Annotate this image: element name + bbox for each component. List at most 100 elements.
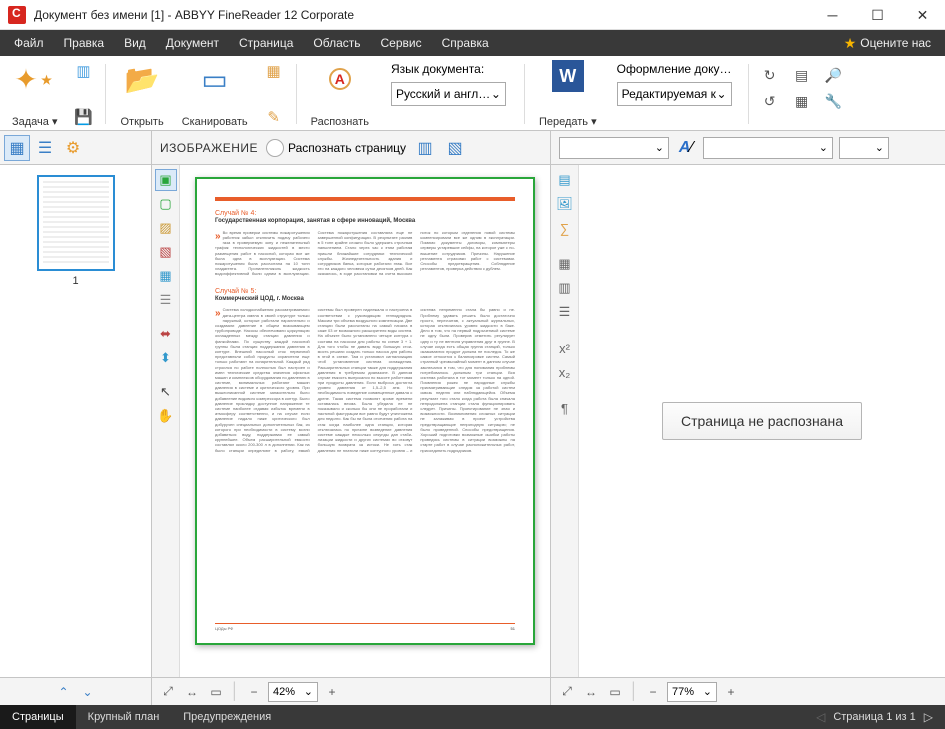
font-size-dropdown[interactable]: ⌄ bbox=[839, 137, 889, 159]
table-row-icon[interactable]: ☰ bbox=[554, 301, 576, 323]
new-doc-icon[interactable]: ▥ bbox=[72, 60, 94, 82]
image-insert-icon[interactable]: 🖼 bbox=[554, 193, 576, 215]
settings-view-button[interactable]: ⚙ bbox=[60, 135, 86, 161]
font-family-dropdown[interactable]: ⌄ bbox=[703, 137, 833, 159]
pilcrow-icon[interactable]: ¶ bbox=[554, 397, 576, 419]
redo-icon[interactable]: ↻ bbox=[759, 64, 781, 86]
zoom-out-image-button[interactable]: − bbox=[244, 682, 264, 702]
chevron-down-icon: ⌄ bbox=[717, 87, 727, 101]
table-cell-icon[interactable]: ▥ bbox=[554, 277, 576, 299]
case4-title: Государственная корпорация, занятая в сф… bbox=[215, 218, 515, 226]
hand-tool-icon[interactable]: ✋ bbox=[155, 405, 177, 427]
format-value: Редактируемая к bbox=[622, 87, 716, 101]
frame-tool-icon[interactable]: ▣ bbox=[155, 169, 177, 191]
window-title: Документ без имени [1] - ABBYY FineReade… bbox=[34, 8, 354, 22]
recognize-icon: A bbox=[321, 60, 359, 98]
layout-icon[interactable]: ▤ bbox=[791, 64, 813, 86]
recognize-page-label: Распознать страницу bbox=[288, 141, 406, 155]
image-area-icon[interactable]: ▨ bbox=[155, 217, 177, 239]
thumb-up-button[interactable]: ⌃ bbox=[54, 682, 74, 702]
menu-help[interactable]: Справка bbox=[432, 32, 499, 54]
case4-number: Случай № 4: bbox=[215, 209, 515, 218]
camera-icon[interactable]: ▦ bbox=[263, 60, 285, 82]
case5-number: Случай № 5: bbox=[215, 287, 515, 296]
menu-view[interactable]: Вид bbox=[114, 32, 156, 54]
transfer-button[interactable]: W Передать ▾ bbox=[533, 60, 603, 128]
image-tool-strip: ▣ ▢ ▨ ▧ ▦ ☰ ⬌ ⬍ ↖ ✋ bbox=[152, 165, 180, 677]
menu-page[interactable]: Страница bbox=[229, 32, 303, 54]
zoom-in-text-button[interactable]: + bbox=[721, 682, 741, 702]
text-fit-page-icon[interactable]: ▭ bbox=[605, 682, 625, 702]
zoom-in-image-button[interactable]: + bbox=[322, 682, 342, 702]
ribbon-toolbar: ✦⋆ Задача ▾ ▥ 💾 📂 Открыть ▭ Сканировать … bbox=[0, 56, 945, 131]
page-prev-button[interactable]: ◁ bbox=[814, 710, 827, 724]
rate-us-label: Оцените нас bbox=[860, 36, 931, 50]
recognize-button[interactable]: A Распознать bbox=[305, 60, 375, 128]
scan-button[interactable]: ▭ Сканировать bbox=[176, 60, 254, 128]
language-select[interactable]: Русский и англ… ⌄ bbox=[391, 82, 506, 106]
case5-body: »Система холодоснабжения рассматриваемог… bbox=[215, 307, 515, 452]
barcode-area-icon[interactable]: ☰ bbox=[155, 289, 177, 311]
grid-icon[interactable]: ▦ bbox=[791, 90, 813, 112]
image-view[interactable]: Случай № 4: Государственная корпорация, … bbox=[180, 165, 550, 677]
task-button[interactable]: ✦⋆ Задача ▾ bbox=[6, 60, 63, 128]
analyze-icon[interactable]: ▥ bbox=[414, 137, 436, 159]
style-dropdown[interactable]: ⌄ bbox=[559, 137, 669, 159]
zoom-out-text-button[interactable]: − bbox=[643, 682, 663, 702]
save-doc-icon[interactable]: 💾 bbox=[72, 106, 94, 128]
finder-icon[interactable]: 🔎 bbox=[823, 64, 845, 86]
workspace: 1 ▣ ▢ ▨ ▧ ▦ ☰ ⬌ ⬍ ↖ ✋ Случай № 4: Госуда… bbox=[0, 165, 945, 677]
recognize-label: Распознать bbox=[311, 116, 369, 128]
menu-area[interactable]: Область bbox=[303, 32, 370, 54]
word-icon: W bbox=[552, 60, 584, 92]
superscript-icon[interactable]: x² bbox=[554, 337, 576, 359]
recognize-page-button[interactable]: Распознать страницу bbox=[266, 139, 406, 157]
font-style-button[interactable]: A∕ bbox=[675, 137, 697, 159]
formula-icon[interactable]: ∑ bbox=[554, 217, 576, 239]
fit-screen-icon[interactable]: ⤢ bbox=[158, 682, 178, 702]
bg-image-icon[interactable]: ▧ bbox=[155, 241, 177, 263]
thumbnail-view-button[interactable]: ▦ bbox=[4, 135, 30, 161]
close-button[interactable]: ✕ bbox=[900, 0, 945, 30]
subscript-icon[interactable]: x₂ bbox=[554, 361, 576, 383]
horizontal-area-icon[interactable]: ⬌ bbox=[155, 323, 177, 345]
table-area-icon[interactable]: ▦ bbox=[155, 265, 177, 287]
undo-icon[interactable]: ↺ bbox=[759, 90, 781, 112]
edit-image-icon[interactable]: ▧ bbox=[444, 137, 466, 159]
rate-us-button[interactable]: ★ Оцените нас bbox=[834, 31, 941, 56]
text-area-icon[interactable]: ▢ bbox=[155, 193, 177, 215]
minimize-button[interactable]: ─ bbox=[810, 0, 855, 30]
lang-label: Язык документа: bbox=[391, 62, 506, 76]
image-panel: ▣ ▢ ▨ ▧ ▦ ☰ ⬌ ⬍ ↖ ✋ Случай № 4: Государс… bbox=[152, 165, 551, 677]
scanned-page[interactable]: Случай № 4: Государственная корпорация, … bbox=[195, 177, 535, 645]
text-fit-screen-icon[interactable]: ⤢ bbox=[557, 682, 577, 702]
thumb-down-button[interactable]: ⌄ bbox=[78, 682, 98, 702]
menu-file[interactable]: Файл bbox=[4, 32, 54, 54]
table-border-icon[interactable]: ▦ bbox=[554, 253, 576, 275]
case5-title: Коммерческий ЦОД, г. Москва bbox=[215, 296, 515, 304]
image-zoom-input[interactable]: 42% ⌄ bbox=[268, 682, 318, 702]
page-next-button[interactable]: ▷ bbox=[922, 710, 935, 724]
menu-edit[interactable]: Правка bbox=[54, 32, 115, 54]
format-select[interactable]: Редактируемая к ⌄ bbox=[617, 82, 732, 106]
chevron-down-icon: ⌄ bbox=[875, 141, 884, 154]
menu-service[interactable]: Сервис bbox=[371, 32, 432, 54]
thumbnail-number: 1 bbox=[72, 275, 78, 287]
text-fit-width-icon[interactable]: ↔ bbox=[581, 682, 601, 702]
fit-width-icon[interactable]: ↔ bbox=[182, 682, 202, 702]
thumbnail-panel: 1 bbox=[0, 165, 152, 677]
image-zoom-value: 42% bbox=[273, 686, 295, 698]
fit-page-icon[interactable]: ▭ bbox=[206, 682, 226, 702]
menu-document[interactable]: Документ bbox=[156, 32, 229, 54]
not-recognized-message: Страница не распознана bbox=[662, 402, 862, 440]
edit-page-icon[interactable]: ✎ bbox=[263, 106, 285, 128]
open-button[interactable]: 📂 Открыть bbox=[114, 60, 169, 128]
para-text-icon[interactable]: ▤ bbox=[554, 169, 576, 191]
text-zoom-input[interactable]: 77% ⌄ bbox=[667, 682, 717, 702]
list-view-button[interactable]: ☰ bbox=[32, 135, 58, 161]
page-thumbnail-1[interactable] bbox=[37, 175, 115, 271]
vertical-area-icon[interactable]: ⬍ bbox=[155, 347, 177, 369]
maximize-button[interactable]: ☐ bbox=[855, 0, 900, 30]
pointer-tool-icon[interactable]: ↖ bbox=[155, 381, 177, 403]
settings-icon[interactable]: 🔧 bbox=[823, 90, 845, 112]
